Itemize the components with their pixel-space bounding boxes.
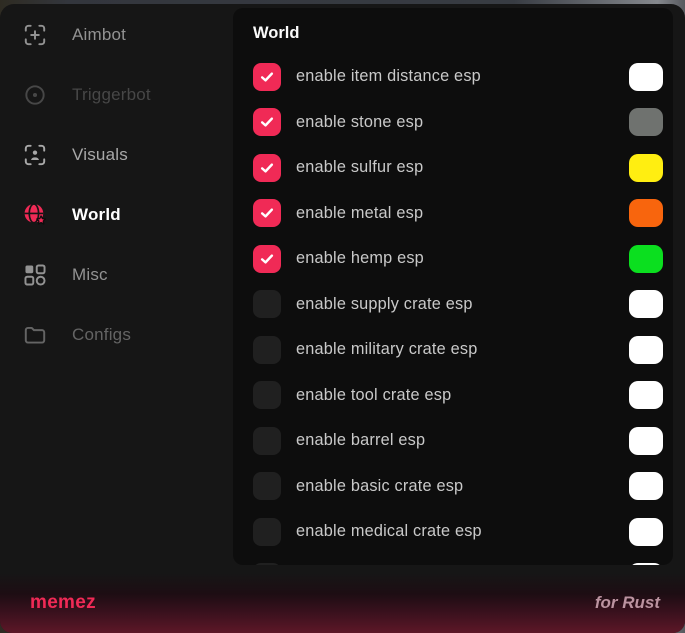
esp-row [253, 555, 663, 566]
esp-checkbox[interactable] [253, 563, 281, 565]
check-icon [258, 113, 276, 131]
esp-row-enable-basic-crate-esp: enable basic crate esp [253, 464, 663, 510]
esp-row-enable-supply-crate-esp: enable supply crate esp [253, 282, 663, 328]
esp-row-enable-stone-esp: enable stone esp [253, 100, 663, 146]
check-icon [258, 204, 276, 222]
esp-checkbox[interactable] [253, 427, 281, 455]
esp-checkbox[interactable] [253, 518, 281, 546]
sidebar-item-aimbot[interactable]: Aimbot [0, 5, 233, 65]
esp-row-enable-sulfur-esp: enable sulfur esp [253, 145, 663, 191]
brand-tagline: for Rust [595, 593, 660, 613]
color-swatch[interactable] [629, 245, 663, 273]
esp-row-label: enable supply crate esp [296, 295, 473, 314]
color-swatch[interactable] [629, 290, 663, 318]
sidebar-item-configs[interactable]: Configs [0, 305, 233, 365]
color-swatch[interactable] [629, 108, 663, 136]
esp-checkbox[interactable] [253, 381, 281, 409]
world-panel: World enable item distance esp enable st… [233, 8, 673, 565]
sidebar: Aimbot Triggerbot Visuals World Misc Con… [0, 4, 233, 573]
page-title: World [253, 22, 663, 44]
check-icon [258, 159, 276, 177]
esp-checkbox[interactable] [253, 199, 281, 227]
esp-checkbox[interactable] [253, 472, 281, 500]
configs-icon [22, 322, 48, 348]
esp-checkbox[interactable] [253, 336, 281, 364]
esp-row-label: enable tool crate esp [296, 386, 451, 405]
esp-checkbox[interactable] [253, 63, 281, 91]
esp-row-enable-hemp-esp: enable hemp esp [253, 236, 663, 282]
color-swatch[interactable] [629, 381, 663, 409]
esp-row-enable-metal-esp: enable metal esp [253, 191, 663, 237]
esp-row-enable-item-distance-esp: enable item distance esp [253, 54, 663, 100]
esp-checkbox[interactable] [253, 290, 281, 318]
esp-row-enable-medical-crate-esp: enable medical crate esp [253, 509, 663, 555]
brand-name: memez [30, 592, 96, 614]
esp-row-label: enable barrel esp [296, 431, 425, 450]
color-swatch[interactable] [629, 154, 663, 182]
esp-row-label: enable medical crate esp [296, 522, 482, 541]
esp-checkbox[interactable] [253, 154, 281, 182]
footer-bar: memez for Rust [0, 573, 685, 633]
color-swatch[interactable] [629, 336, 663, 364]
aimbot-icon [22, 22, 48, 48]
color-swatch[interactable] [629, 199, 663, 227]
sidebar-item-world[interactable]: World [0, 185, 233, 245]
color-swatch[interactable] [629, 63, 663, 91]
esp-row-label: enable stone esp [296, 113, 423, 132]
esp-checkbox[interactable] [253, 245, 281, 273]
visuals-icon [22, 142, 48, 168]
overlay-window: Aimbot Triggerbot Visuals World Misc Con… [0, 4, 685, 633]
esp-settings-list: enable item distance esp enable stone es… [253, 54, 663, 565]
color-swatch[interactable] [629, 427, 663, 455]
esp-row-label: enable sulfur esp [296, 158, 423, 177]
color-swatch[interactable] [629, 518, 663, 546]
sidebar-item-triggerbot[interactable]: Triggerbot [0, 65, 233, 125]
color-swatch[interactable] [629, 563, 663, 565]
sidebar-item-visuals[interactable]: Visuals [0, 125, 233, 185]
check-icon [258, 250, 276, 268]
triggerbot-icon [22, 82, 48, 108]
esp-row-label: enable basic crate esp [296, 477, 463, 496]
esp-row-enable-barrel-esp: enable barrel esp [253, 418, 663, 464]
esp-row-label: enable item distance esp [296, 67, 481, 86]
check-icon [258, 68, 276, 86]
sidebar-item-misc[interactable]: Misc [0, 245, 233, 305]
esp-row-label: enable metal esp [296, 204, 423, 223]
cheat-menu-window: Aimbot Triggerbot Visuals World Misc Con… [0, 0, 685, 633]
world-icon [22, 202, 48, 228]
esp-row-label: enable hemp esp [296, 249, 424, 268]
misc-icon [22, 262, 48, 288]
esp-checkbox[interactable] [253, 108, 281, 136]
color-swatch[interactable] [629, 472, 663, 500]
esp-row-label: enable military crate esp [296, 340, 477, 359]
esp-row-enable-military-crate-esp: enable military crate esp [253, 327, 663, 373]
esp-row-enable-tool-crate-esp: enable tool crate esp [253, 373, 663, 419]
